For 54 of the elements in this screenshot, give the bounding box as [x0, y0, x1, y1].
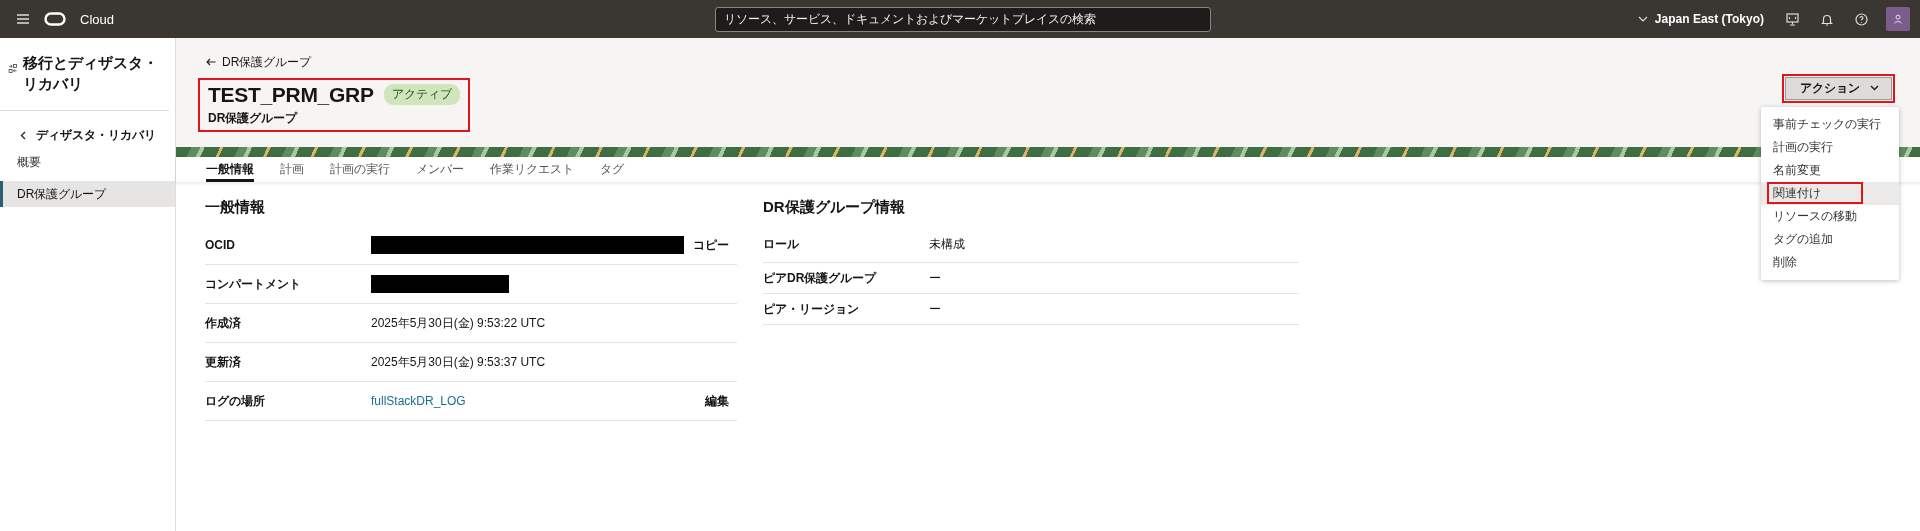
- row-action-link[interactable]: 編集: [705, 392, 729, 410]
- field-value: 2025年5月30日(金) 9:53:37 UTC: [371, 353, 546, 371]
- menu-item[interactable]: タグの追加: [1761, 227, 1899, 251]
- field-label: 更新済: [205, 353, 242, 371]
- section-heading: DR保護グループ情報: [763, 198, 906, 217]
- tab[interactable]: 計画: [280, 157, 304, 182]
- field-value: 未構成: [929, 235, 966, 253]
- sidebar-title: 移行とディザスタ・リカバリ: [22, 53, 159, 94]
- chevron-down-icon: [1637, 16, 1648, 22]
- actions-button[interactable]: アクション: [1785, 76, 1892, 100]
- tab[interactable]: メンバー: [416, 157, 464, 182]
- help-icon[interactable]: [1855, 12, 1868, 26]
- tab[interactable]: タグ: [600, 157, 624, 182]
- back-link[interactable]: ディザスタ・リカバリ: [0, 127, 175, 143]
- chevron-down-icon: [1870, 85, 1879, 91]
- field-value: ー: [929, 269, 942, 287]
- monitor-code-icon[interactable]: [1786, 12, 1799, 26]
- menu-item[interactable]: 関連付け: [1761, 181, 1899, 205]
- arrow-left-icon: [206, 58, 216, 66]
- field-label: ロール: [763, 235, 800, 253]
- row-action-link[interactable]: コピー: [693, 236, 729, 254]
- transfer-icon: [8, 62, 18, 75]
- sidebar-item[interactable]: DR保護グループ: [0, 181, 175, 207]
- field-value: 2025年5月30日(金) 9:53:22 UTC: [371, 314, 546, 332]
- field-value: ー: [929, 300, 942, 318]
- menu-item[interactable]: リソースの移動: [1761, 204, 1899, 228]
- bell-icon[interactable]: [1821, 12, 1833, 26]
- chevron-left-icon: [20, 130, 26, 140]
- logo-icon[interactable]: [44, 12, 66, 26]
- log-link[interactable]: fullStackDR_LOG: [371, 394, 466, 408]
- back-link[interactable]: DR保護グループ: [206, 53, 312, 71]
- search-field[interactable]: リソース、サービス、ドキュメントおよびマーケットプレイスの検索: [715, 6, 1211, 32]
- page-subtitle: DR保護グループ: [208, 109, 299, 127]
- menu-item[interactable]: 計画の実行: [1761, 135, 1899, 159]
- field-label: ピア・リージョン: [763, 300, 860, 318]
- sidebar-item[interactable]: 概要: [0, 149, 175, 175]
- section-heading: 一般情報: [205, 198, 266, 217]
- tab[interactable]: 作業リクエスト: [490, 157, 574, 182]
- tab[interactable]: 一般情報: [206, 157, 254, 182]
- menu-item[interactable]: 削除: [1761, 250, 1899, 274]
- field-label: ログの場所: [205, 392, 266, 410]
- user-avatar[interactable]: [1886, 7, 1910, 31]
- region-selector[interactable]: Japan East (Tokyo): [1637, 12, 1764, 26]
- field-label: OCID: [205, 238, 236, 252]
- menu-item[interactable]: 事前チェックの実行: [1761, 112, 1899, 136]
- field-label: コンパートメント: [205, 275, 302, 293]
- menu-icon[interactable]: [16, 13, 30, 25]
- menu-item[interactable]: 名前変更: [1761, 158, 1899, 182]
- tab[interactable]: 計画の実行: [330, 157, 390, 182]
- brand-name: Cloud: [80, 11, 114, 27]
- field-label: ピアDR保護グループ: [763, 269, 878, 287]
- field-label: 作成済: [205, 314, 242, 332]
- status-badge: アクティブ: [383, 84, 460, 105]
- page-title: TEST_PRM_GRP: [208, 82, 374, 107]
